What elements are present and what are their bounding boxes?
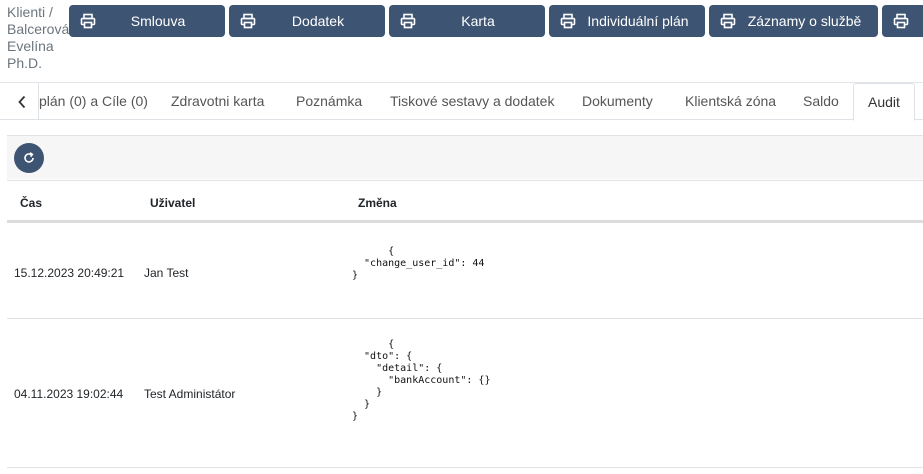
chevron-left-icon — [18, 95, 26, 109]
row-time: 04.11.2023 19:02:44 — [14, 387, 124, 401]
table-row[interactable]: 15.12.2023 20:49:21 Jan Test { "change_u… — [7, 226, 923, 319]
print-service-records-button[interactable]: Záznamy o službě — [709, 5, 878, 37]
breadcrumb-line[interactable]: Klienti / — [7, 4, 71, 21]
print-more-button[interactable] — [882, 5, 923, 37]
row-change: { "dto": { "detail": { "bankAccount": {}… — [352, 339, 491, 422]
tab-audit[interactable]: Audit — [853, 83, 915, 121]
tab-health-card[interactable]: Zdravotni karta — [157, 83, 278, 120]
breadcrumb-line: Evelína — [7, 38, 54, 54]
printer-icon — [893, 13, 909, 29]
table-header: Čas Uživatel Změna — [7, 180, 923, 223]
print-amendment-button[interactable]: Dodatek — [229, 5, 385, 37]
row-change: { "change_user_id": 44 } — [352, 246, 485, 281]
breadcrumb-line: Ph.D. — [7, 55, 43, 71]
grid-toolbar — [7, 135, 923, 179]
tab-print-reports[interactable]: Tiskové sestavy a dodatek — [376, 83, 568, 120]
tab-scroll-prev[interactable] — [8, 92, 36, 112]
tab-documents[interactable]: Dokumenty — [568, 83, 667, 120]
tab-balance[interactable]: Saldo — [789, 83, 853, 120]
column-header-change[interactable]: Změna — [358, 196, 397, 210]
table-row[interactable]: 04.11.2023 19:02:44 Test Administátor { … — [7, 319, 923, 468]
row-user: Test Administátor — [144, 387, 236, 401]
row-time: 15.12.2023 20:49:21 — [14, 266, 125, 280]
breadcrumb-line: Balcerová — [7, 21, 70, 37]
column-header-user[interactable]: Uživatel — [150, 196, 195, 210]
printer-icon — [240, 13, 256, 29]
refresh-button[interactable] — [14, 143, 44, 173]
column-header-time[interactable]: Čas — [20, 196, 42, 210]
printer-icon — [400, 13, 416, 29]
tab-plan-goals[interactable]: plán (0) a Cíle (0) — [38, 83, 162, 120]
print-individual-plan-button[interactable]: Individuální plán — [549, 5, 705, 37]
refresh-icon — [24, 152, 34, 163]
print-card-button[interactable]: Karta — [389, 5, 545, 37]
tab-note[interactable]: Poznámka — [282, 83, 376, 120]
tab-client-zone[interactable]: Klientská zóna — [671, 83, 790, 120]
print-contract-button[interactable]: Smlouva — [69, 5, 225, 37]
row-user: Jan Test — [144, 266, 189, 280]
printer-icon — [560, 13, 576, 29]
printer-icon — [720, 13, 736, 29]
printer-icon — [80, 13, 96, 29]
breadcrumb[interactable]: Klienti / Balcerová Evelína Ph.D. — [7, 4, 71, 72]
